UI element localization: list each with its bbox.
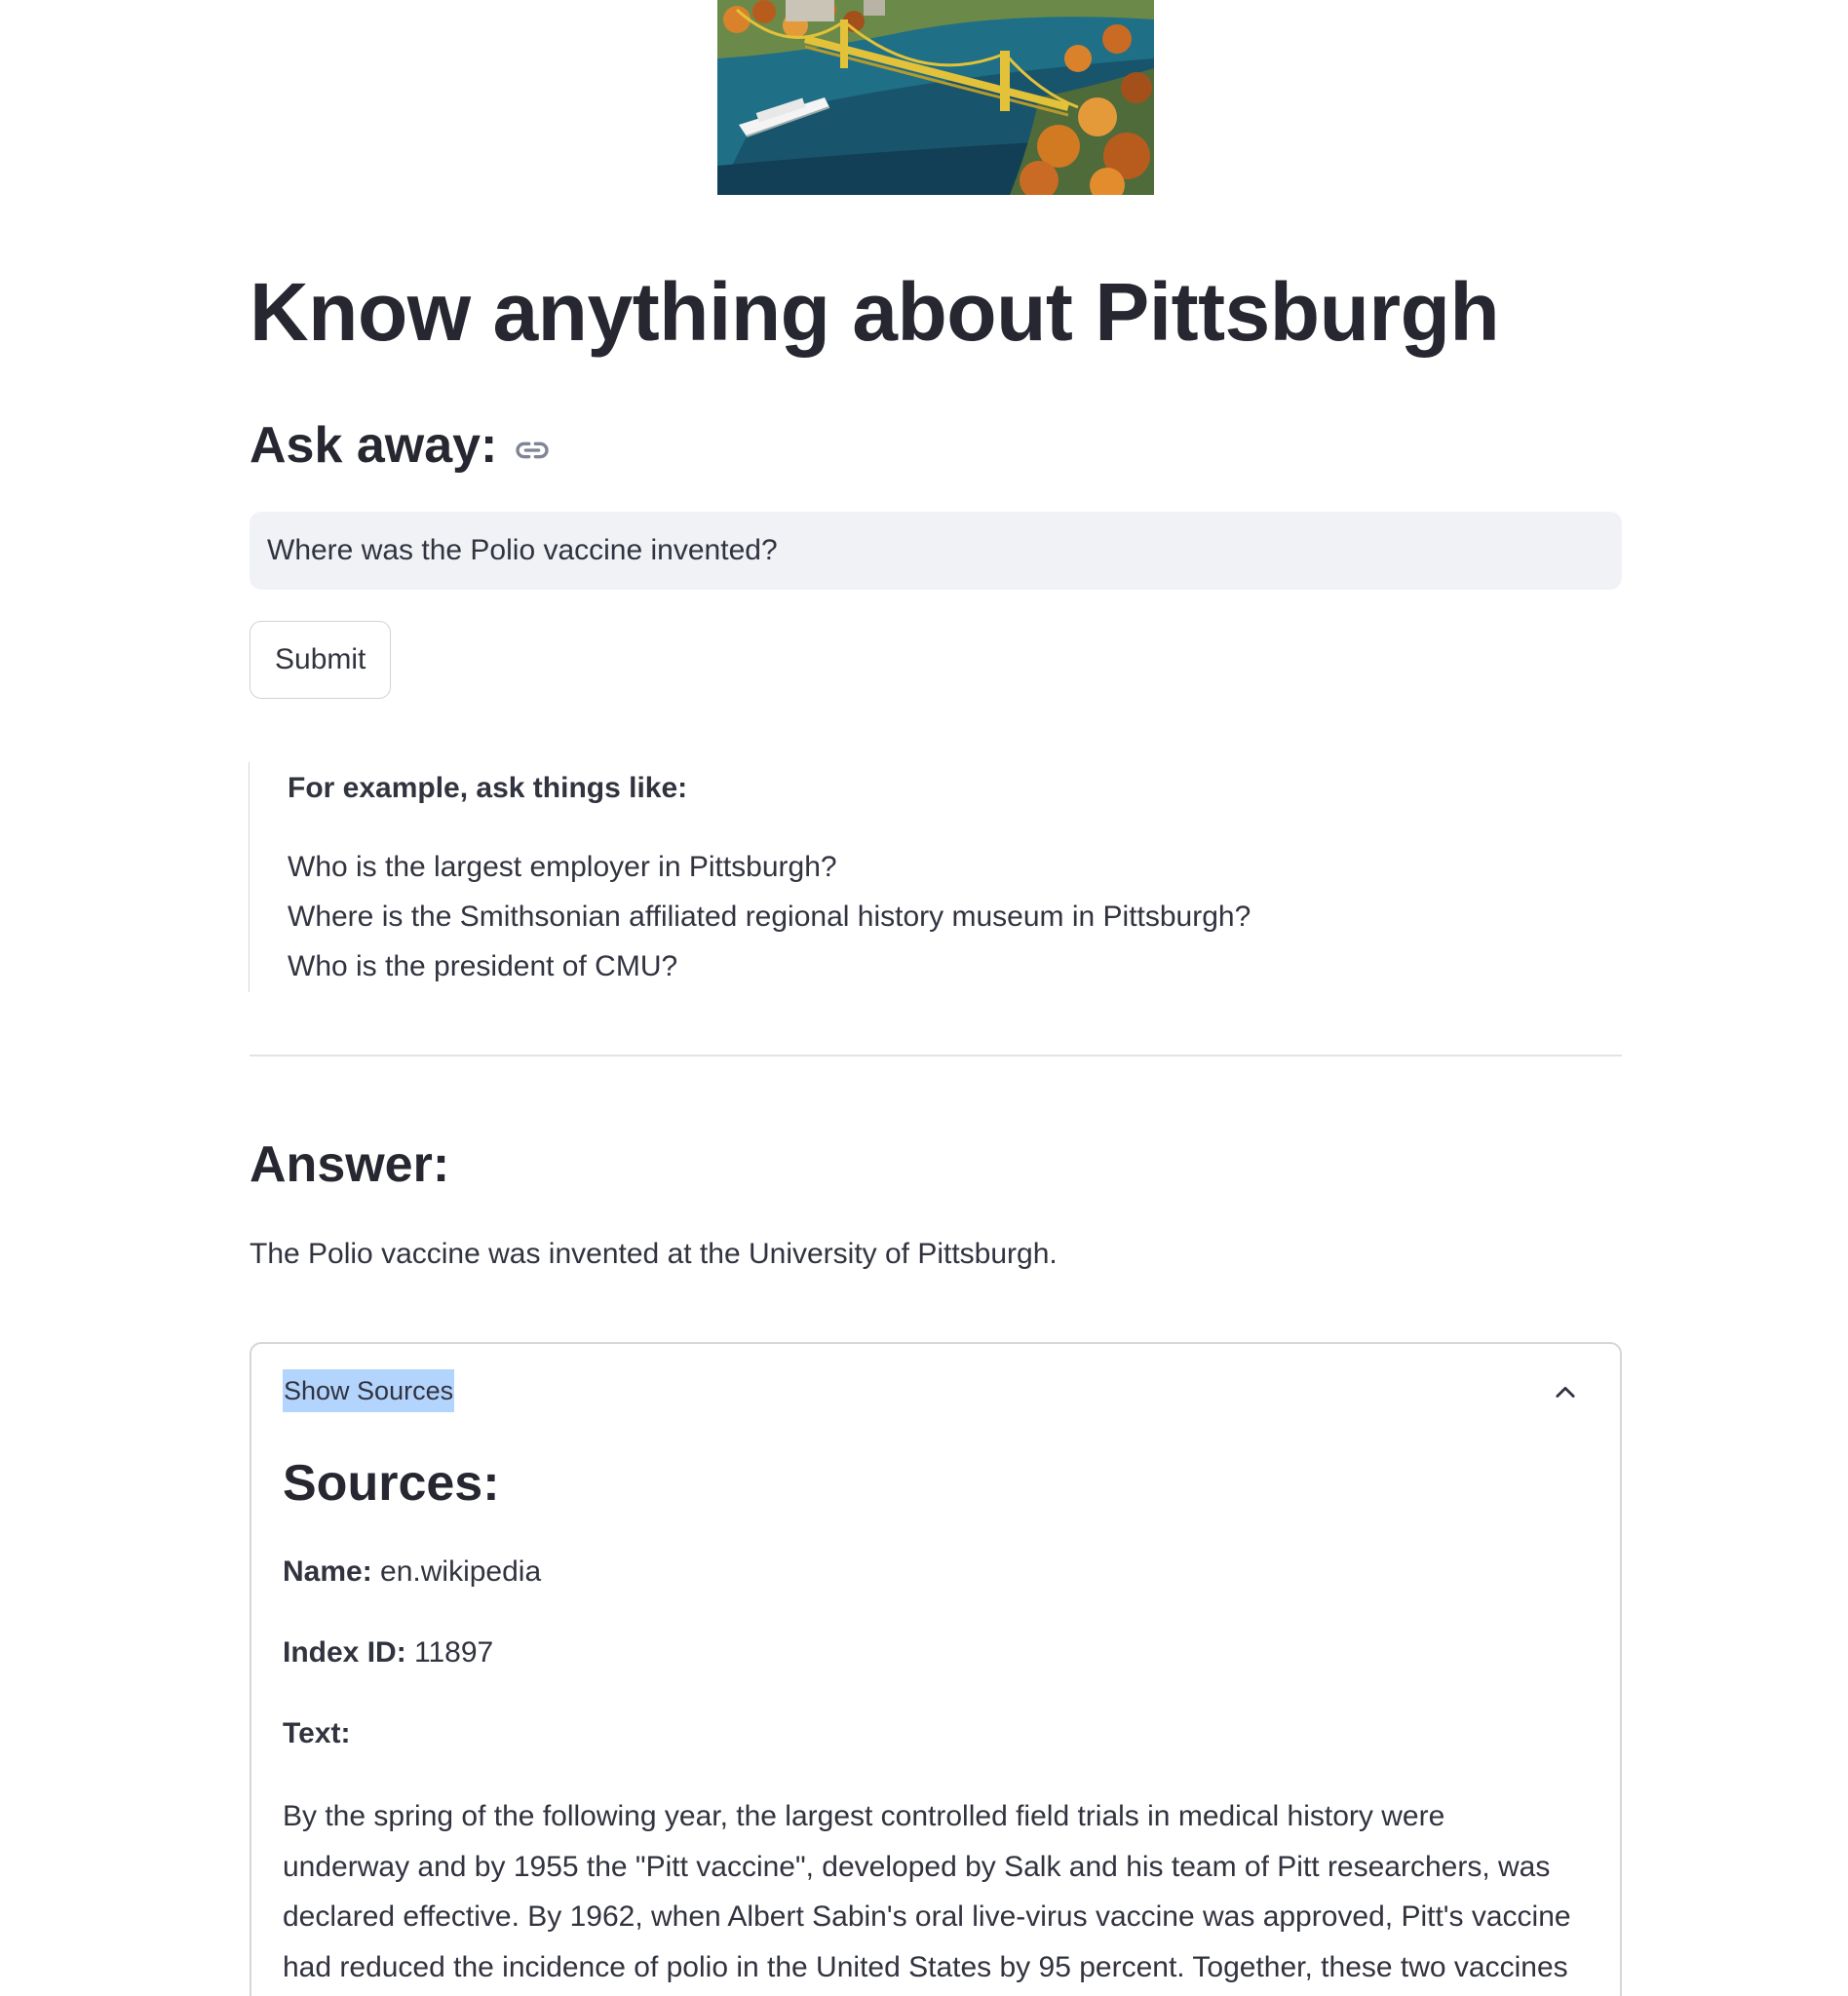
source-name-value: en.wikipedia xyxy=(380,1555,542,1588)
source-name: Name: en.wikipedia xyxy=(283,1552,541,1593)
examples-title: For example, ask things like: xyxy=(288,772,688,804)
examples-blockquote: For example, ask things like: Who is the… xyxy=(249,762,1418,992)
source-index-label: Index ID: xyxy=(283,1636,406,1669)
example-item: Who is the president of CMU? xyxy=(288,950,678,982)
example-item: Who is the largest employer in Pittsburg… xyxy=(288,851,837,883)
divider xyxy=(250,1055,1622,1056)
source-name-label: Name: xyxy=(283,1555,372,1588)
examples-list: Who is the largest employer in Pittsburg… xyxy=(288,842,1418,991)
chevron-up-icon[interactable] xyxy=(1552,1379,1579,1406)
question-input[interactable] xyxy=(250,512,1622,590)
sources-heading: Sources: xyxy=(283,1455,500,1512)
source-text-body: By the spring of the following year, the… xyxy=(283,1800,1571,1983)
example-item: Where is the Smithsonian affiliated regi… xyxy=(288,901,1251,933)
source-index-value: 11897 xyxy=(414,1636,494,1669)
app-page: Know anything about Pittsburgh Ask away:… xyxy=(0,0,1848,1996)
link-icon[interactable] xyxy=(513,431,552,470)
source-index: Index ID: 11897 xyxy=(283,1632,493,1673)
hero-image xyxy=(717,0,1154,195)
submit-button[interactable]: Submit xyxy=(250,621,392,699)
source-text-label: Text: xyxy=(283,1717,351,1749)
show-sources-toggle[interactable]: Show Sources xyxy=(283,1369,455,1412)
ask-heading: Ask away: xyxy=(250,415,552,476)
answer-heading: Answer: xyxy=(250,1136,450,1193)
answer-text: The Polio vaccine was invented at the Un… xyxy=(250,1238,1058,1270)
ask-heading-text: Ask away: xyxy=(250,417,498,474)
page-title: Know anything about Pittsburgh xyxy=(250,266,1500,358)
expander-header[interactable]: Show Sources xyxy=(283,1369,1589,1416)
sources-expander: Show Sources Sources: Name: en.wikipedia… xyxy=(250,1342,1622,1996)
source-text-label-row: Text: xyxy=(283,1713,350,1754)
